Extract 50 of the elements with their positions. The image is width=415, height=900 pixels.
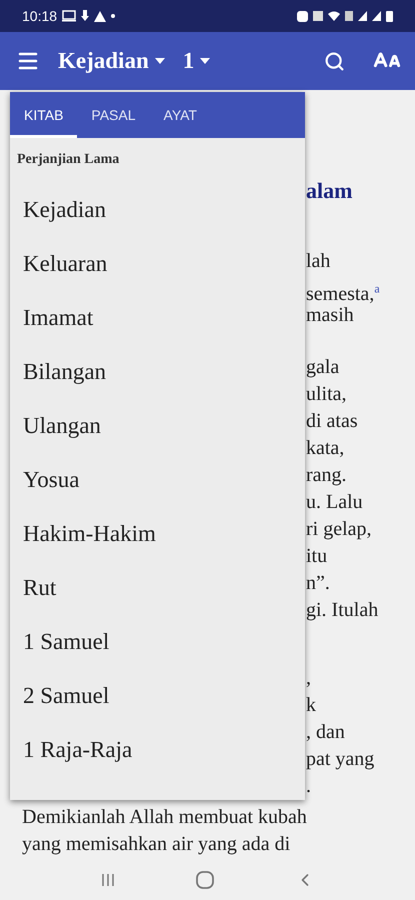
caret-icon [200,58,210,64]
passage-text: lah [306,250,330,272]
picker-tab[interactable]: PASAL [77,92,150,138]
passage-text: ulita, [306,383,347,405]
search-icon[interactable] [324,50,345,72]
passage-text: masih [306,304,354,326]
picker-tab[interactable]: AYAT [150,92,211,138]
chapter-selector[interactable]: 1 [182,48,210,74]
book-item[interactable]: Imamat [10,291,305,345]
passage-text: itu [306,545,328,567]
passage-text: yang memisahkan air yang ada di [22,833,290,855]
passage-heading: alam [306,178,352,203]
passage-text: di atas [306,410,358,432]
book-selector[interactable]: Kejadian [58,48,165,74]
passage-text: gala [306,356,340,378]
recent-apps-icon[interactable] [100,873,114,887]
passage-text: ri gelap, [306,518,372,540]
passage-text: gi. Itulah [306,599,378,621]
home-icon[interactable] [196,871,214,889]
picker-tab[interactable]: KITAB [10,92,78,138]
caret-icon [154,58,165,64]
download-icon [81,10,90,22]
passage-text: pat yang [306,748,374,770]
section-heading: Perjanjian Lama [16,151,120,169]
book-item[interactable]: Hakim-Hakim [10,507,305,561]
book-item[interactable]: 2 Samuel [10,669,305,723]
book-item[interactable]: Ulangan [10,399,305,453]
laptop-icon [62,10,76,22]
dot-icon [111,14,116,18]
passage-text: . [306,775,311,797]
book-item[interactable]: 1 Samuel [10,615,305,669]
book-item[interactable]: Yosua [10,453,305,507]
status-time: 10:18 [22,8,58,24]
passage-text: k [306,694,316,716]
book-item[interactable]: Keluaran [10,237,305,291]
wifi-icon [328,11,340,21]
passage-text: u. Lalu [306,491,363,513]
passage-text: n”. [306,572,330,594]
book-item[interactable]: Bilangan [10,345,305,399]
warning-icon [94,10,106,22]
book-item[interactable]: Kejadian [10,183,305,237]
book-item[interactable]: Rut [10,561,305,615]
passage-text: , [306,667,311,689]
passage-text: kata, [306,437,344,459]
battery-icon [386,10,393,22]
passage-text: semesta,$^{a}$ [306,282,380,305]
passage-text: rang. [306,464,347,486]
passage-text: , dan [306,721,345,743]
passage-text: Demikianlah Allah membuat kubah [22,806,307,828]
book-item[interactable]: 1 Raja-Raja [10,723,305,777]
